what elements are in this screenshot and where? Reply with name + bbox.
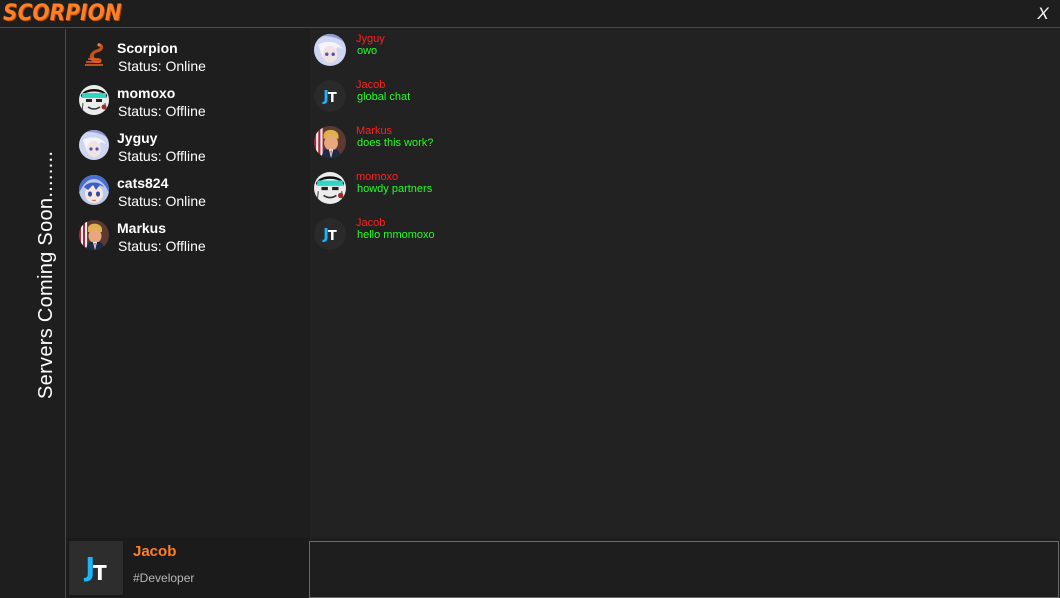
servers-sidebar: Servers Coming Soon........ [0,29,66,598]
message-text: howdy partners [357,183,433,195]
friend-item-jyguy[interactable]: Jyguy Status: Offline [79,128,304,168]
friend-name: Jyguy [117,130,158,146]
chat-message: JT Jacob hello mmomoxo [314,215,914,255]
friend-name: cats824 [117,175,169,191]
friend-status: Status: Online [118,193,206,209]
message-text: does this work? [357,137,434,149]
close-button[interactable]: X [1034,4,1052,24]
friend-avatar-momoxo [79,85,109,115]
avatar-letter-t: T [93,561,107,585]
message-avatar-jyguy [314,34,346,66]
message-author: Jacob [356,79,386,91]
chat-message: Markus does this work? [314,123,914,163]
friend-item-markus[interactable]: Markus Status: Offline [79,218,304,258]
message-author: momoxo [356,171,399,183]
current-user-card: JT Jacob #Developer [67,538,309,598]
chat-message: momoxo howdy partners [314,169,914,209]
message-avatar-jacob: JT [314,80,346,112]
friend-status: Status: Offline [118,103,206,119]
friend-avatar-scorpion [79,40,109,70]
chat-message: JT Jacob global chat [314,77,914,117]
friend-name: momoxo [117,85,176,101]
servers-coming-soon-label: Servers Coming Soon........ [35,150,57,399]
title-bar: SCORPION X [0,0,1060,28]
friend-item-cats824[interactable]: cats824 Status: Online [79,173,304,213]
friend-status: Status: Offline [118,238,206,254]
message-avatar-markus [314,126,346,158]
chat-message: Jyguy owo [314,31,914,71]
message-author: Jyguy [356,33,385,45]
message-author: Jacob [356,217,386,229]
current-user-avatar: JT [69,541,123,595]
avatar-letter-t: T [327,229,337,244]
friend-status: Status: Offline [118,148,206,164]
message-avatar-jacob: JT [314,218,346,250]
friend-avatar-jyguy [79,130,109,160]
friend-item-scorpion[interactable]: Scorpion Status: Online [79,38,304,78]
message-text: global chat [357,91,411,103]
friends-list: Scorpion Status: Online momoxo Status: O… [67,29,309,538]
friend-name: Scorpion [117,40,178,56]
friend-status: Status: Online [118,58,206,74]
avatar-letter-t: T [327,91,337,106]
chat-messages: Jyguy owo JT Jacob global chat Markus do… [310,29,1060,538]
current-user-name: Jacob [133,543,177,560]
friend-name: Markus [117,220,167,236]
message-text: hello mmomoxo [357,229,435,241]
friend-avatar-cats824 [79,175,109,205]
current-user-tag: #Developer [133,571,195,585]
message-text: owo [357,45,378,57]
friend-avatar-markus [79,220,109,250]
app-title: SCORPION [3,1,122,26]
friend-item-momoxo[interactable]: momoxo Status: Offline [79,83,304,123]
message-author: Markus [356,125,393,137]
message-input[interactable] [309,541,1059,598]
message-avatar-momoxo [314,172,346,204]
